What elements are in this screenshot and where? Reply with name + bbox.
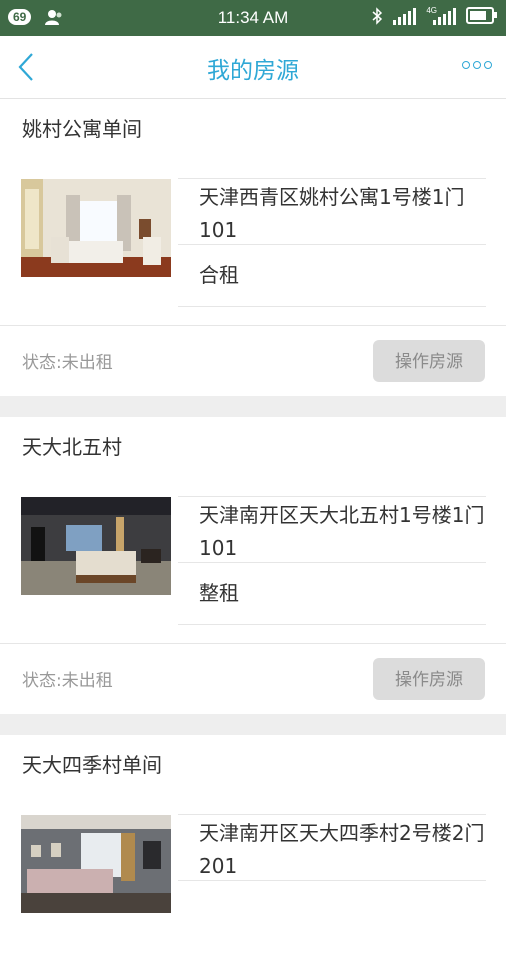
listing-rent-type: 合租	[178, 245, 486, 307]
listing-name: 天大北五村	[22, 435, 122, 459]
listing-name: 姚村公寓单间	[22, 117, 142, 141]
manage-listing-button[interactable]: 操作房源	[373, 340, 485, 382]
status-bar: 69 11:34 AM 4G	[0, 0, 506, 36]
network-type: 4G	[426, 6, 437, 15]
section-divider	[0, 714, 506, 735]
page-title: 我的房源	[207, 58, 299, 84]
nav-bar: 我的房源	[0, 36, 506, 99]
listing-status: 状态:未出租	[22, 671, 113, 691]
listing-address: 天津南开区天大北五村1号楼1门101	[178, 496, 486, 563]
listing-photo[interactable]	[21, 179, 171, 277]
listing-card[interactable]: 天大四季村单间 天津南开区天大四季村2号楼2门201	[0, 735, 506, 961]
listing-name: 天大四季村单间	[22, 753, 162, 777]
listing-address: 天津南开区天大四季村2号楼2门201	[178, 814, 486, 881]
listing-photo[interactable]	[21, 815, 171, 913]
listing-rent-type: 整租	[178, 563, 486, 625]
battery-icon	[466, 7, 497, 24]
listing-status: 状态:未出租	[22, 353, 113, 373]
data-signal-icon: 4G	[426, 6, 456, 25]
more-options-icon[interactable]	[462, 61, 492, 69]
signal-icon	[393, 7, 417, 25]
listing-photo[interactable]	[21, 497, 171, 595]
section-divider	[0, 396, 506, 417]
listing-address: 天津西青区姚村公寓1号楼1门101	[178, 178, 486, 245]
listing-card[interactable]: 天大北五村 天津南开区天大北五村1号楼1门101 整租 状态:未出租 操作房源	[0, 417, 506, 714]
listing-card[interactable]: 姚村公寓单间 天津西青区姚村公寓1号楼1门101 合租 状态:未出租 操作房源	[0, 99, 506, 396]
manage-listing-button[interactable]: 操作房源	[373, 658, 485, 700]
bluetooth-icon	[372, 7, 383, 25]
